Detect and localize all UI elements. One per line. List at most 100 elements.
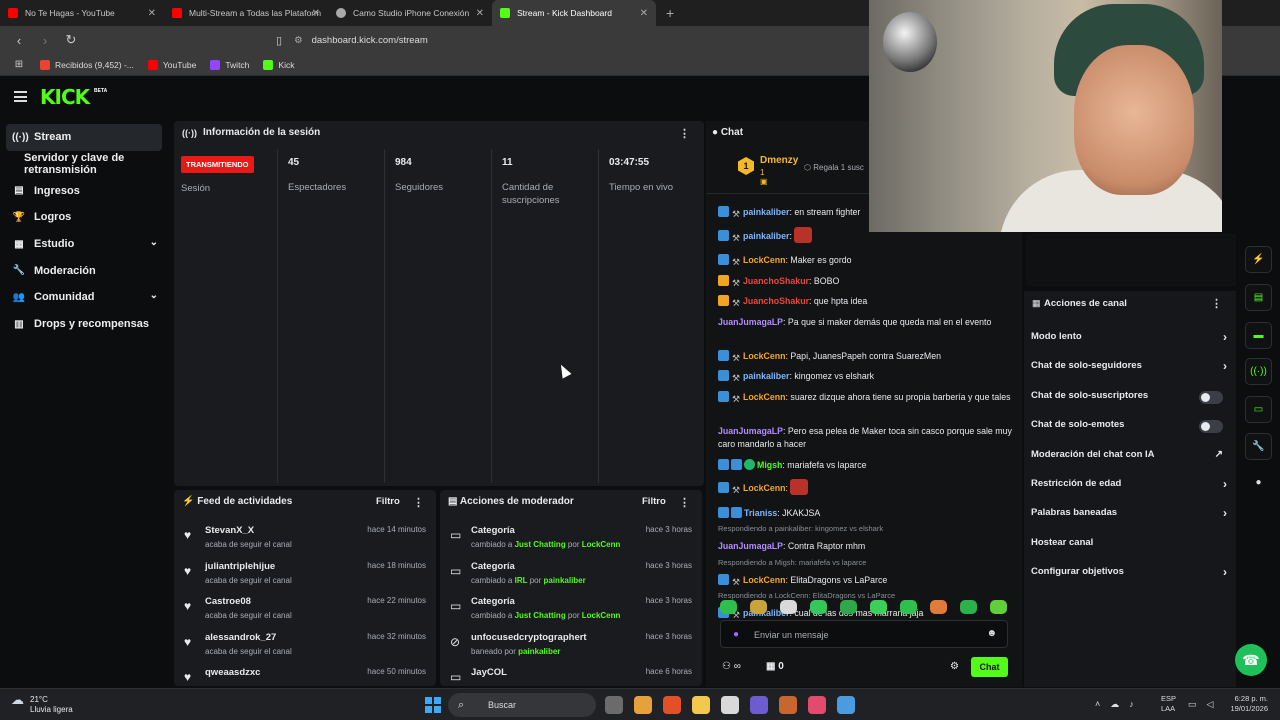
reload-icon[interactable]: ↻: [64, 32, 78, 48]
sidebar-item[interactable]: ▦ Estudio ⌄: [0, 231, 170, 258]
action-title[interactable]: unfocusedcryptographert: [471, 632, 587, 643]
chevron-down-icon[interactable]: ⌄: [150, 237, 158, 248]
bookmark-twitch[interactable]: Twitch: [210, 59, 249, 70]
onedrive-icon[interactable]: ☁: [1110, 699, 1119, 710]
more-options-icon[interactable]: ⋮: [413, 496, 424, 509]
action-target[interactable]: IRL: [515, 576, 528, 585]
url-field[interactable]: ⚙ dashboard.kick.com/stream: [294, 35, 428, 46]
bookmark-youtube[interactable]: YouTube: [147, 59, 196, 70]
action-moderator[interactable]: painkaliber: [544, 576, 586, 585]
action-target[interactable]: Just Chatting: [515, 540, 566, 549]
channel-action-row[interactable]: Configurar objetivos ›: [1031, 565, 1231, 588]
chat-message[interactable]: ⚒ JuanchoShakur: que hpta idea: [718, 295, 1018, 309]
emote-icon[interactable]: [900, 600, 917, 614]
chat-message[interactable]: JuanJumagaLP: Pa que si maker demás que …: [718, 316, 1018, 330]
follower-name[interactable]: Castroe08: [205, 596, 251, 607]
close-tab-icon[interactable]: ✕: [312, 8, 320, 19]
microphone-icon[interactable]: ●: [733, 629, 739, 640]
chat-message[interactable]: Migsh: mariafefa vs laparce: [718, 458, 1018, 473]
chat-username[interactable]: LockCenn: [743, 255, 786, 265]
taskbar-search[interactable]: ⌕ Buscar: [448, 693, 596, 717]
send-chat-button[interactable]: Chat: [971, 657, 1008, 677]
emote-icon[interactable]: [780, 600, 797, 614]
obs-icon[interactable]: [750, 696, 768, 714]
browser-tab[interactable]: No Te Hagas - YouTube ✕: [0, 0, 164, 26]
chat-message[interactable]: Trianiss: JKAKJSA: [718, 506, 1018, 521]
language-indicator[interactable]: ESP LAA: [1161, 694, 1176, 714]
gift-sub-button[interactable]: ⬡ Regala 1 susc: [804, 163, 864, 172]
chevron-right-icon[interactable]: ›: [1223, 330, 1227, 344]
channel-action-row[interactable]: Palabras baneadas ›: [1031, 506, 1231, 529]
close-tab-icon[interactable]: ✕: [476, 8, 484, 19]
start-button-icon[interactable]: [425, 697, 441, 713]
follower-name[interactable]: alessandrok_27: [205, 632, 276, 643]
microphone-icon[interactable]: ♪: [1129, 699, 1134, 710]
more-options-icon[interactable]: ⋮: [679, 127, 690, 140]
document-icon[interactable]: ▤: [1245, 284, 1272, 311]
channel-action-row[interactable]: Restricción de edad ›: [1031, 477, 1231, 500]
tray-overflow-icon[interactable]: ˄: [1095, 699, 1100, 710]
list-item[interactable]: ♥ StevanX_X acaba de seguir el canal hace 1…: [174, 522, 436, 558]
emote-icon[interactable]: [990, 600, 1007, 614]
chat-username[interactable]: Trianiss: [744, 508, 777, 518]
action-moderator[interactable]: LockCenn: [582, 540, 621, 549]
chevron-right-icon[interactable]: ›: [1223, 565, 1227, 579]
more-options-icon[interactable]: ⋮: [679, 496, 690, 509]
broadcast-icon[interactable]: ((·)): [1245, 358, 1272, 385]
more-options-icon[interactable]: ⋮: [1211, 297, 1222, 310]
channel-action-row[interactable]: Chat de solo-suscriptores: [1031, 390, 1231, 412]
emoji-picker-icon[interactable]: ☻: [986, 628, 997, 639]
chat-message[interactable]: ⚒ JuanchoShakur: BOBO: [718, 274, 1018, 289]
channel-action-row[interactable]: Chat de solo-seguidores ›: [1031, 359, 1231, 382]
external-link-icon[interactable]: ↗: [1215, 449, 1223, 460]
chat-message[interactable]: JuanJumagaLP: Contra Raptor mhm: [718, 540, 1018, 554]
stats-icon[interactable]: [721, 696, 739, 714]
chat-message[interactable]: ⚒ LockCenn: Maker es gordo: [718, 254, 1018, 268]
filter-button[interactable]: Filtro: [376, 496, 400, 507]
action-target[interactable]: Just Chatting: [515, 611, 566, 620]
list-item[interactable]: ♥ alessandrok_27 acaba de seguir el canal h…: [174, 629, 436, 665]
back-icon[interactable]: ‹: [12, 33, 26, 48]
chat-username[interactable]: LockCenn: [743, 575, 786, 585]
list-item[interactable]: ▭ Categoría cambiado a Just Chatting por L…: [440, 522, 702, 558]
emote-icon[interactable]: [750, 600, 767, 614]
chat-username[interactable]: JuanchoShakur: [743, 296, 809, 306]
brave-icon[interactable]: [663, 696, 681, 714]
bookmark-icon[interactable]: ▯: [276, 34, 282, 47]
chat-username[interactable]: JuanJumagaLP: [718, 426, 783, 436]
toggle-switch[interactable]: [1199, 390, 1223, 404]
follower-name[interactable]: StevanX_X: [205, 525, 254, 536]
chat-username[interactable]: JuanchoShakur: [743, 276, 809, 286]
vscode-icon[interactable]: [837, 696, 855, 714]
close-tab-icon[interactable]: ✕: [148, 8, 156, 19]
emote-icon[interactable]: [720, 600, 737, 614]
chat-username[interactable]: Migsh: [757, 460, 782, 470]
wrench-icon[interactable]: 🔧: [1245, 433, 1272, 460]
bookmark-kick[interactable]: Kick: [263, 59, 294, 70]
channel-action-row[interactable]: Hostear canal: [1031, 537, 1231, 559]
chat-username[interactable]: LockCenn: [743, 351, 786, 361]
chat-username[interactable]: painkaliber: [743, 207, 789, 217]
new-tab-icon[interactable]: +: [666, 5, 674, 21]
layout-icon[interactable]: ▭: [1245, 396, 1272, 423]
browser-tab-active[interactable]: Stream - Kick Dashboard ✕: [492, 0, 656, 26]
sidebar-item[interactable]: 🔧 Moderación: [0, 257, 170, 284]
help-chat-icon[interactable]: ☎: [1235, 644, 1267, 676]
sidebar-item[interactable]: ((·)) Stream: [6, 124, 162, 151]
browser-tab[interactable]: Camo Studio iPhone Conexión ✕: [328, 0, 492, 26]
follower-name[interactable]: juliantriplehijue: [205, 561, 275, 572]
lightning-icon[interactable]: ⚡: [1245, 246, 1272, 273]
action-target[interactable]: painkaliber: [518, 647, 560, 656]
chat-username[interactable]: JuanJumagaLP: [718, 541, 783, 551]
users-infinity[interactable]: ⚇ ∞: [722, 661, 741, 672]
list-item[interactable]: ▭ Categoría cambiado a Just Chatting por L…: [440, 593, 702, 629]
kick-logo[interactable]: KICK: [40, 85, 90, 109]
sidebar-item[interactable]: 👥 Comunidad ⌄: [0, 284, 170, 311]
chat-message[interactable]: ⚒ LockCenn:: [718, 479, 1018, 496]
bookmark-gmail[interactable]: Recibidos (9,452) -...: [40, 59, 134, 70]
browser-tab[interactable]: Multi-Stream a Todas las Plataform ✕: [164, 0, 328, 26]
apps-grid-icon[interactable]: ⊞: [12, 59, 26, 70]
emote-icon[interactable]: [960, 600, 977, 614]
chevron-right-icon[interactable]: ›: [1223, 359, 1227, 373]
chat-username[interactable]: painkaliber: [743, 371, 789, 381]
